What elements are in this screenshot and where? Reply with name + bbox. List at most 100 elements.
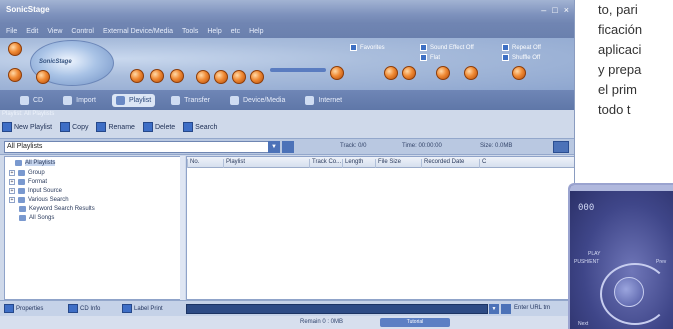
rename-button[interactable]: Rename [96,122,135,132]
title-bar: SonicStage – □ × [0,0,574,24]
stop-orb-icon[interactable] [36,70,50,84]
go-button[interactable] [501,304,511,314]
menu-view[interactable]: View [47,28,62,35]
play-button[interactable] [150,69,164,83]
tab-import[interactable]: Import [59,94,100,107]
seek-bar[interactable] [270,68,326,72]
url-dropdown-icon[interactable]: ▼ [489,304,499,314]
mode-orb-icon[interactable] [8,42,22,56]
repeat-label: Repeat Off [512,44,541,51]
tree-item-group[interactable]: + Group [9,170,45,176]
column-file-size[interactable]: File Size [375,159,401,168]
tree-scrollbar[interactable] [180,156,185,300]
favorites-toggle[interactable]: Favorites [350,44,385,51]
expand-icon[interactable]: + [9,188,15,194]
delete-button[interactable]: Delete [142,122,175,132]
menu-control[interactable]: Control [71,28,94,35]
tree-item-all-playlists[interactable]: All Playlists [15,160,56,166]
import-icon [63,95,73,105]
article-line: aplicaci [598,42,642,57]
tree-item-keyword-search[interactable]: Keyword Search Results [19,206,95,212]
menu-help[interactable]: Help [249,28,263,35]
column-playlist[interactable]: Playlist [223,159,245,168]
article-line: y prepa [598,62,642,77]
next-label: Next [578,321,589,327]
volume-down-button[interactable] [330,66,344,80]
label-print-tab[interactable]: Label Print [122,304,163,313]
prev-track-button[interactable] [196,70,210,84]
new-playlist-button[interactable]: New Playlist [2,122,52,132]
eq-button[interactable] [384,66,398,80]
close-button[interactable]: × [564,6,569,15]
chevron-down-icon[interactable]: ▼ [268,141,280,153]
favorites-checkbox[interactable] [350,44,357,51]
effect-button[interactable] [402,66,416,80]
tree-item-all-songs[interactable]: All Songs [19,215,54,221]
properties-icon [4,304,14,313]
tab-device-media[interactable]: Device/Media [226,94,289,107]
column-track-count[interactable]: Track Co... [309,159,341,168]
tutorial-button[interactable]: Tutorial [380,318,450,327]
volume-up-button[interactable] [512,66,526,80]
next-track-button[interactable] [232,70,246,84]
record-button[interactable] [250,70,264,84]
minimize-button[interactable]: – [541,6,546,15]
expand-icon[interactable]: + [9,179,15,185]
pause-button[interactable] [214,70,228,84]
flat-toggle[interactable]: Flat [420,54,440,61]
info-bar: Properties CD Info Label Print ▼ Enter U… [0,300,574,316]
expand-icon[interactable]: + [9,170,15,176]
column-extra[interactable]: C [479,159,486,168]
tree-item-format[interactable]: + Format [9,179,47,185]
window-controls: – □ × [541,6,569,15]
search-button[interactable]: Search [183,122,217,132]
maximize-button[interactable]: □ [552,6,557,15]
search-icon [183,122,194,132]
tab-internet[interactable]: Internet [301,94,346,107]
column-recorded-date[interactable]: Recorded Date [421,159,464,168]
menu-tools[interactable]: Tools [182,28,198,35]
filter-button[interactable] [282,141,294,153]
menu-file[interactable]: File [6,28,17,35]
tree-item-input-source[interactable]: + Input Source [9,188,62,194]
favorites-label: Favorites [360,44,385,51]
folder-icon [18,179,25,185]
menu-edit[interactable]: Edit [26,28,38,35]
expand-icon[interactable]: + [9,197,15,203]
flat-checkbox[interactable] [420,54,427,61]
rewind-button[interactable] [130,69,144,83]
shuffle-toggle[interactable]: Shuffle Off [502,54,540,61]
tab-transfer[interactable]: Transfer [167,94,214,107]
repeat-checkbox[interactable] [502,44,509,51]
sound-effect-label: Sound Effect Off [430,44,474,51]
column-length[interactable]: Length [342,159,363,168]
url-input[interactable] [186,304,488,314]
tab-playlist[interactable]: Playlist [111,93,156,107]
column-number[interactable]: No. [187,159,199,168]
menu-extra[interactable]: Help [207,28,221,35]
tab-transfer-label: Transfer [184,96,210,104]
status-bar: Remain 0 : 0MB Tutorial [0,316,574,329]
jog-dial-button[interactable] [614,277,644,307]
tree-item-label: Format [28,179,48,185]
shuffle-orb-icon[interactable] [464,66,478,80]
tab-device-media-label: Device/Media [242,96,286,104]
repeat-toggle[interactable]: Repeat Off [502,44,541,51]
shuffle-checkbox[interactable] [502,54,509,61]
playlist-select[interactable]: All Playlists [4,141,280,153]
tab-cd[interactable]: CD [16,94,47,107]
menu-external-device[interactable]: External Device/Media [103,28,173,35]
remaining-space: Remain 0 : 0MB [300,319,344,325]
fast-forward-button[interactable] [170,69,184,83]
previous-orb-icon[interactable] [8,68,22,82]
rename-icon [96,122,107,132]
sound-effect-checkbox[interactable] [420,44,427,51]
properties-tab[interactable]: Properties [4,304,43,313]
view-mode-button[interactable] [553,141,569,153]
repeat-orb-icon[interactable] [436,66,450,80]
copy-button[interactable]: Copy [60,122,88,132]
cd-info-tab[interactable]: CD Info [68,304,100,313]
menu-etc[interactable]: etc [231,28,240,35]
sound-effect-toggle[interactable]: Sound Effect Off [420,44,474,51]
tree-item-various-search[interactable]: + Various Search [9,197,69,203]
